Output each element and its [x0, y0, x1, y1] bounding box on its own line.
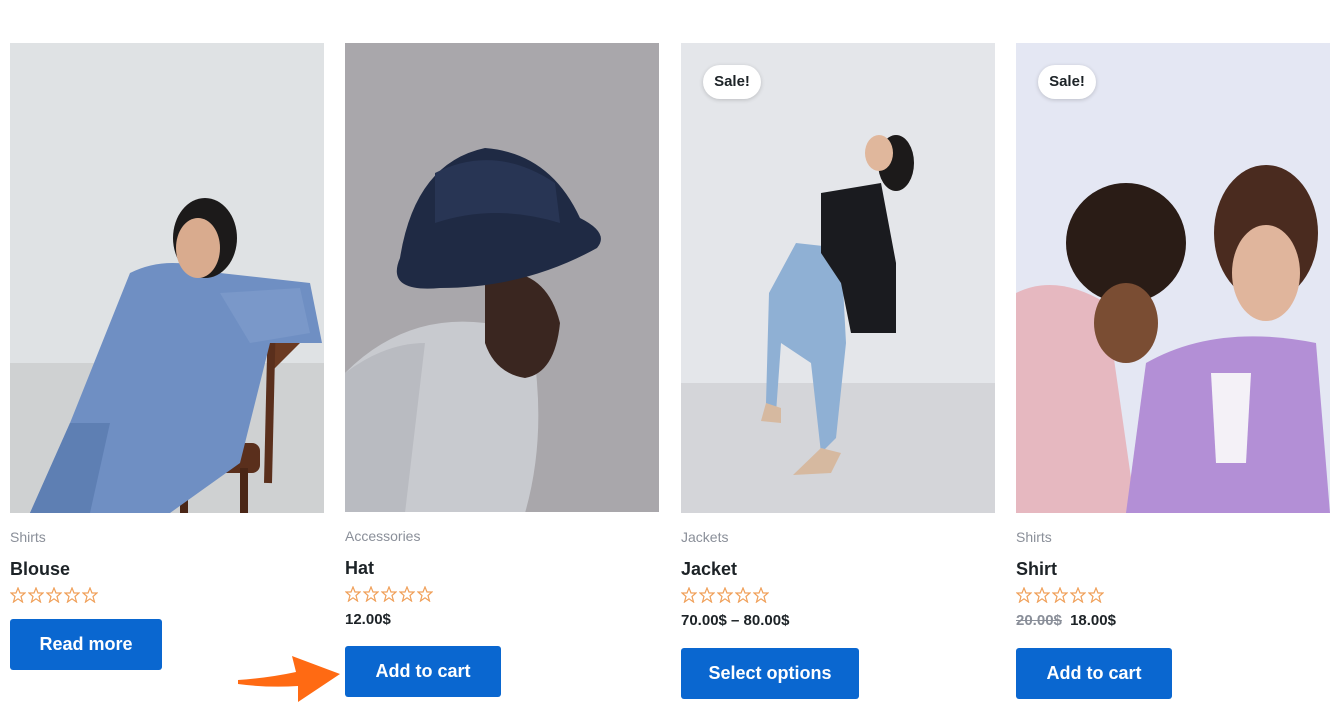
star-outline-icon	[1052, 587, 1068, 603]
product-category[interactable]: Shirts	[1016, 528, 1330, 546]
sale-badge: Sale!	[703, 65, 761, 99]
star-outline-icon	[1034, 587, 1050, 603]
add-to-cart-button[interactable]: Add to cart	[1016, 648, 1172, 699]
star-outline-icon	[363, 586, 379, 602]
hat-photo	[345, 43, 659, 512]
read-more-button[interactable]: Read more	[10, 619, 162, 670]
star-outline-icon	[1070, 587, 1086, 603]
product-card-hat: Accessories Hat 12.00$ Add to cart	[345, 43, 659, 697]
old-price: 20.00$	[1016, 612, 1062, 629]
product-image-jacket[interactable]: Sale!	[681, 43, 995, 513]
rating-stars	[1016, 587, 1330, 603]
select-options-button[interactable]: Select options	[681, 648, 859, 699]
star-outline-icon	[46, 587, 62, 603]
product-grid: Shirts Blouse Read more Accessories Hat …	[0, 0, 1343, 726]
product-price: 70.00$ – 80.00$	[681, 612, 995, 630]
rating-stars	[681, 587, 995, 603]
rating-stars	[345, 586, 659, 602]
add-to-cart-button[interactable]: Add to cart	[345, 646, 501, 697]
star-outline-icon	[82, 587, 98, 603]
rating-stars	[10, 587, 324, 603]
product-title[interactable]: Hat	[345, 557, 659, 579]
product-category[interactable]: Shirts	[10, 528, 324, 546]
product-card-blouse: Shirts Blouse Read more	[10, 43, 324, 670]
star-outline-icon	[1016, 587, 1032, 603]
star-outline-icon	[753, 587, 769, 603]
jacket-photo	[681, 43, 995, 513]
star-outline-icon	[717, 587, 733, 603]
star-outline-icon	[10, 587, 26, 603]
star-outline-icon	[381, 586, 397, 602]
star-outline-icon	[345, 586, 361, 602]
star-outline-icon	[417, 586, 433, 602]
product-title[interactable]: Shirt	[1016, 558, 1330, 580]
product-title[interactable]: Blouse	[10, 558, 324, 580]
product-image-blouse[interactable]	[10, 43, 324, 513]
product-price: 12.00$	[345, 611, 659, 629]
star-outline-icon	[735, 587, 751, 603]
star-outline-icon	[699, 587, 715, 603]
blouse-photo	[10, 43, 324, 513]
product-card-jacket: Sale! Jackets Jacket 70.00$ – 80.00$ Sel…	[681, 43, 995, 699]
star-outline-icon	[399, 586, 415, 602]
star-outline-icon	[681, 587, 697, 603]
product-price: 20.00$ 18.00$	[1016, 612, 1330, 630]
current-price: 12.00$	[345, 611, 391, 628]
sale-price: 18.00$	[1070, 612, 1116, 629]
product-card-shirt: Sale! Shirts Shirt 20.00$ 18.00$ Add to …	[1016, 43, 1330, 699]
arrow-annotation-icon	[238, 656, 340, 702]
star-outline-icon	[1088, 587, 1104, 603]
product-image-shirt[interactable]: Sale!	[1016, 43, 1330, 513]
star-outline-icon	[64, 587, 80, 603]
price-range: 70.00$ – 80.00$	[681, 612, 790, 629]
product-category[interactable]: Accessories	[345, 527, 659, 545]
product-image-hat[interactable]	[345, 43, 659, 512]
product-category[interactable]: Jackets	[681, 528, 995, 546]
shirt-photo	[1016, 43, 1330, 513]
product-title[interactable]: Jacket	[681, 558, 995, 580]
sale-badge: Sale!	[1038, 65, 1096, 99]
star-outline-icon	[28, 587, 44, 603]
